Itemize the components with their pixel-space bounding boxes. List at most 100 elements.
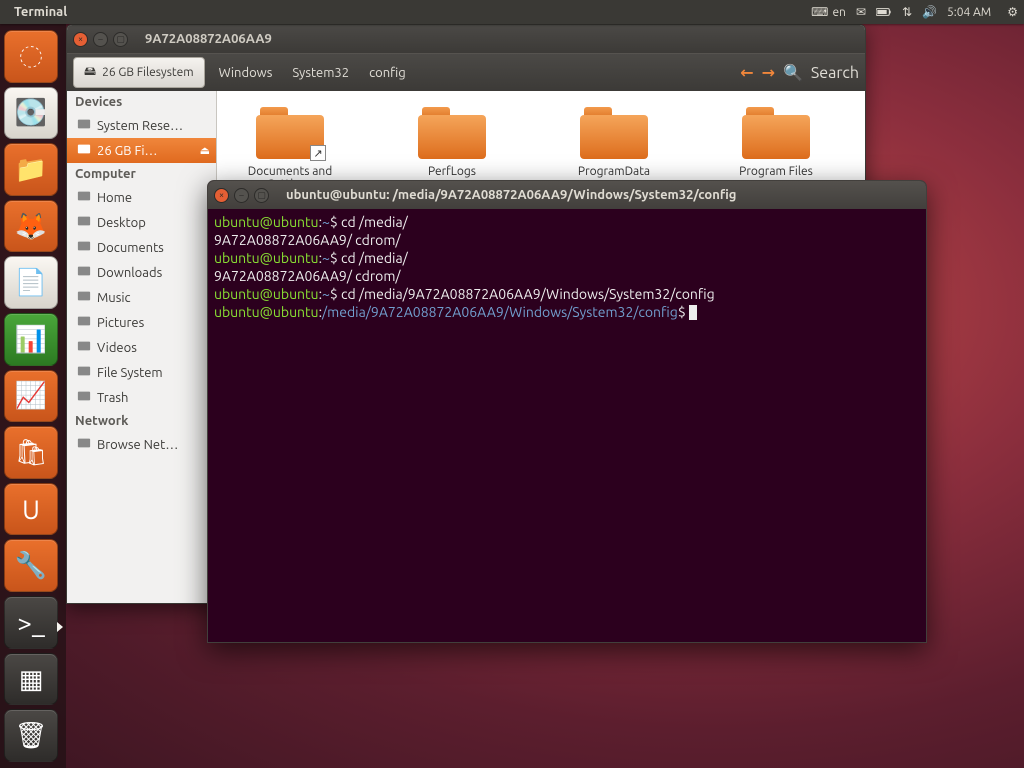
desktop-icon [77,214,91,231]
launcher-files[interactable]: 📁 [4,143,58,196]
sidebar-item[interactable]: Music [67,285,216,310]
launcher-writer[interactable]: 📄 [4,256,58,309]
sidebar-item[interactable]: System Rese… [67,113,216,138]
terminal-line: ubuntu@ubuntu:/media/9A72A08872A06AA9/Wi… [214,303,920,321]
battery-indicator[interactable] [876,4,892,20]
breadcrumb-segment[interactable]: Windows [209,62,283,84]
sidebar-item[interactable]: Trash [67,385,216,410]
launcher-trash[interactable]: 🗑 [4,709,58,762]
terminal-line: ubuntu@ubuntu:~$ cd /media/ [214,213,920,231]
drive-icon [77,364,91,381]
folder-icon [77,264,91,281]
terminal-line: 9A72A08872A06AA9/ cdrom/ [214,231,920,249]
sidebar-section-header: Devices [67,91,216,113]
sidebar-item-label: Desktop [97,216,146,230]
terminal-titlebar[interactable]: × – ▢ ubuntu@ubuntu: /media/9A72A08872A0… [208,181,926,209]
sidebar-item-label: Music [97,291,131,305]
sidebar-item-label: System Rese… [97,119,183,133]
drive-icon [77,117,91,134]
launcher-workspaces[interactable]: ▦ [4,653,58,706]
network-indicator[interactable]: ⇅ [902,5,912,19]
folder-item[interactable]: ProgramData [549,107,679,178]
sidebar-item[interactable]: Desktop [67,210,216,235]
window-close-button[interactable]: × [73,32,88,47]
eject-icon[interactable]: ⏏ [200,144,210,157]
search-label[interactable]: Search [811,64,859,82]
window-maximize-button[interactable]: ▢ [254,188,269,203]
folder-item[interactable]: PerfLogs [387,107,517,178]
terminal-cursor [689,305,697,320]
breadcrumb-root[interactable]: 🖴 26 GB Filesystem [73,57,205,88]
folder-icon [77,314,91,331]
sidebar-item-label: Pictures [97,316,144,330]
sound-indicator[interactable]: 🔊 [922,5,937,19]
terminal-line: ubuntu@ubuntu:~$ cd /media/ [214,249,920,267]
sidebar-item-label: Browse Net… [97,438,178,452]
launcher-impress[interactable]: 📈 [4,370,58,423]
launcher-disk-utility[interactable]: 💽 [4,87,58,140]
window-maximize-button[interactable]: ▢ [113,32,128,47]
sidebar-item[interactable]: 26 GB Fi… ⏏ [67,138,216,163]
home-icon [77,189,91,206]
sidebar-item-label: 26 GB Fi… [97,144,157,158]
terminal-line: ubuntu@ubuntu:~$ cd /media/9A72A08872A06… [214,285,920,303]
folder-icon [77,339,91,356]
files-window-title: 9A72A08872A06AA9 [145,32,272,46]
window-close-button[interactable]: × [214,188,229,203]
launcher-dash[interactable]: ◌ [4,30,58,83]
sidebar-item-label: Documents [97,241,164,255]
breadcrumb-root-label: 26 GB Filesystem [102,66,193,79]
window-minimize-button[interactable]: – [234,188,249,203]
breadcrumb-segment[interactable]: System32 [282,62,359,84]
sidebar-item-label: Trash [97,391,128,405]
sidebar-item[interactable]: Videos [67,335,216,360]
sidebar-item-label: Downloads [97,266,162,280]
sidebar-item[interactable]: Home [67,185,216,210]
folder-icon [77,239,91,256]
sidebar-item[interactable]: Pictures [67,310,216,335]
folder-icon [418,107,486,159]
unity-launcher: ◌💽📁🦊📄📊📈🛍U🔧>_▦🗑 [0,24,66,768]
folder-item[interactable]: Program Files [711,107,841,178]
folder-icon [742,107,810,159]
sidebar-item-label: Home [97,191,132,205]
folder-icon [77,289,91,306]
mail-indicator[interactable]: ✉ [856,5,866,19]
launcher-terminal[interactable]: >_ [4,596,58,649]
search-icon[interactable]: 🔍 [783,63,803,82]
sidebar-item-label: Videos [97,341,137,355]
nav-back-button[interactable]: ← [740,63,753,82]
drive-icon: 🖴 [84,62,96,83]
terminal-body[interactable]: ubuntu@ubuntu:~$ cd /media/9A72A08872A06… [208,209,926,325]
terminal-line: 9A72A08872A06AA9/ cdrom/ [214,267,920,285]
top-panel: Terminal ⌨ en ✉ ⇅ 🔊 5:04 AM ⚙ [0,0,1024,24]
folder-item[interactable]: ↗Documents and Settings [225,107,355,191]
window-minimize-button[interactable]: – [93,32,108,47]
launcher-calc[interactable]: 📊 [4,313,58,366]
breadcrumb-segment[interactable]: config [359,62,416,84]
nav-forward-button[interactable]: → [762,63,775,82]
launcher-software-center[interactable]: 🛍 [4,426,58,479]
keyboard-indicator[interactable]: ⌨ en [811,5,846,19]
folder-label: Program Files [711,165,841,178]
folder-icon: ↗ [256,107,324,159]
sidebar-item[interactable]: Downloads [67,260,216,285]
sidebar-item-label: File System [97,366,163,380]
drive-icon [77,142,91,159]
launcher-firefox[interactable]: 🦊 [4,200,58,253]
trash-icon [77,389,91,406]
sidebar-section-header: Computer [67,163,216,185]
sidebar-item[interactable]: Browse Net… [67,432,216,457]
files-toolbar: 🖴 26 GB Filesystem WindowsSystem32config… [67,53,865,91]
clock[interactable]: 5:04 AM [947,6,991,19]
terminal-window: × – ▢ ubuntu@ubuntu: /media/9A72A08872A0… [207,180,927,643]
files-sidebar: Devices System Rese… 26 GB Fi… ⏏ Computer Hom… [67,91,217,603]
launcher-ubuntu-one[interactable]: U [4,483,58,536]
session-indicator[interactable]: ⚙ [1007,5,1018,19]
sidebar-item[interactable]: Documents [67,235,216,260]
folder-icon [580,107,648,159]
network-icon [77,436,91,453]
launcher-settings[interactable]: 🔧 [4,539,58,592]
sidebar-item[interactable]: File System [67,360,216,385]
files-titlebar[interactable]: × – ▢ 9A72A08872A06AA9 [67,25,865,53]
